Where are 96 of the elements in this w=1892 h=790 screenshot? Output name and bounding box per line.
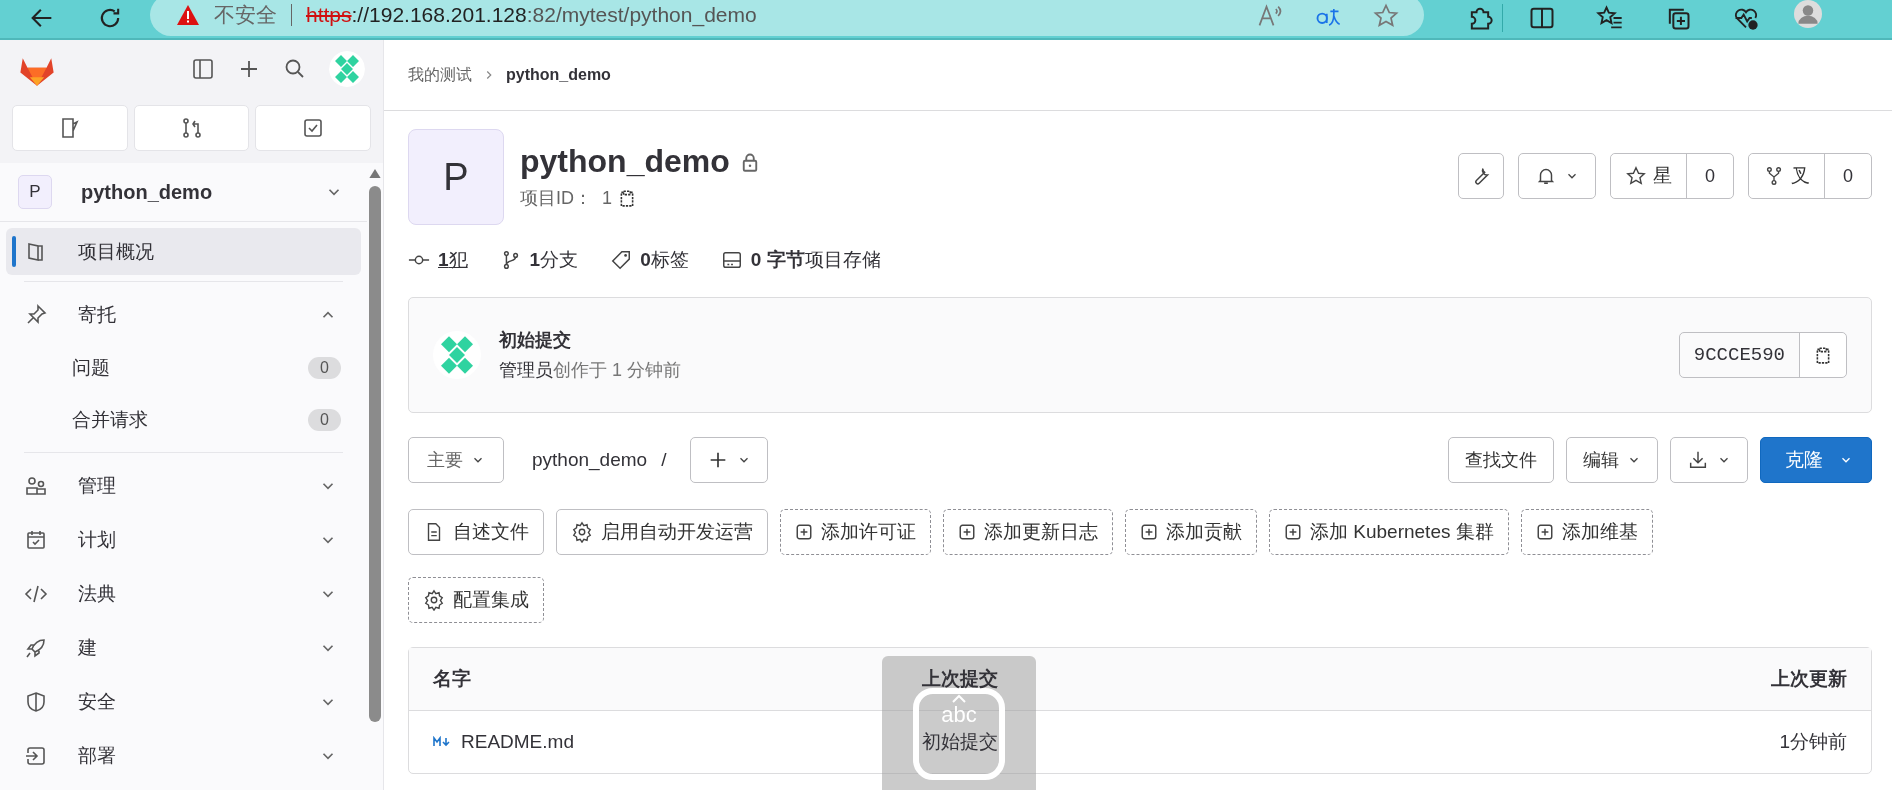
issues-button[interactable] xyxy=(12,105,128,151)
people-icon xyxy=(24,474,48,498)
security-label: 不安全 xyxy=(214,2,277,28)
stat-link[interactable]: 0 字节项目存储 xyxy=(750,247,881,273)
nav-label: 寄托 xyxy=(78,303,117,327)
project-id-label: 项目ID： xyxy=(520,187,592,210)
tag-icon xyxy=(610,249,633,271)
plus-square-icon xyxy=(1140,523,1158,541)
todo-button[interactable] xyxy=(255,105,371,151)
nav-item[interactable]: 法典 xyxy=(6,567,361,621)
nav-item[interactable]: 管理 xyxy=(6,459,361,513)
project-id: 1 xyxy=(602,187,612,209)
path-separator: / xyxy=(661,449,667,471)
plus-square-icon xyxy=(1535,523,1554,541)
fork-count[interactable]: 0 xyxy=(1825,154,1871,198)
project-avatar: P xyxy=(408,129,504,225)
warning-icon xyxy=(176,3,200,27)
plus-square-icon xyxy=(795,523,813,541)
commit-author[interactable]: 管理员 xyxy=(499,360,553,380)
gear-icon xyxy=(423,589,445,611)
commit-time: 创作于 1 分钟前 xyxy=(553,360,681,380)
nav-subitem[interactable]: 合并请求 0 xyxy=(0,394,367,446)
download-icon xyxy=(1687,449,1709,471)
nav-item[interactable]: 计划 xyxy=(6,513,361,567)
fork-button[interactable]: 叉 xyxy=(1749,154,1825,198)
nav-item[interactable]: 安全 xyxy=(6,675,361,729)
plus-square-icon xyxy=(958,523,976,541)
plus-square-icon xyxy=(1284,523,1302,541)
scroll-up-icon[interactable] xyxy=(369,169,381,178)
nav-label: 安全 xyxy=(78,690,117,714)
url-text: https://192.168.201.128:82/mytest/python_demo xyxy=(306,3,757,27)
nav-item[interactable]: 建 xyxy=(6,621,361,675)
project-avatar: P xyxy=(18,175,52,209)
input-mode-label: abc xyxy=(941,704,977,726)
commits-link[interactable]: 1犯 xyxy=(438,247,468,273)
stat-link[interactable]: 1分支 xyxy=(529,247,579,273)
merge-requests-button[interactable] xyxy=(133,105,250,151)
project-title: python_demo xyxy=(520,143,730,180)
star-button[interactable]: 星 xyxy=(1611,154,1687,198)
nav-label: 建 xyxy=(78,636,98,660)
find-file-button[interactable]: 查找文件 xyxy=(1448,437,1554,483)
copy-icon[interactable] xyxy=(618,188,636,208)
count-badge: 0 xyxy=(308,409,341,431)
copy-icon xyxy=(1814,345,1832,365)
nav-label: 法典 xyxy=(78,582,117,606)
clone-dropdown[interactable]: 克隆 xyxy=(1760,437,1872,483)
scrollbar-thumb[interactable] xyxy=(369,186,381,722)
column-header: 上次更新 xyxy=(1770,667,1847,691)
breadcrumb-link[interactable]: 我的测试 xyxy=(408,64,472,86)
nav-item[interactable]: 寄托 xyxy=(6,288,361,342)
edit-dropdown[interactable]: 编辑 xyxy=(1566,437,1658,483)
shortcut-button[interactable]: 添加 Kubernetes 集群 xyxy=(1269,509,1509,555)
shortcut-button[interactable]: 添加更新日志 xyxy=(943,509,1113,555)
star-count[interactable]: 0 xyxy=(1687,154,1733,198)
nav-label: 部署 xyxy=(78,744,117,768)
shortcut-button[interactable]: 添加贡献 xyxy=(1125,509,1257,555)
stat-link[interactable]: 0标签 xyxy=(640,247,689,273)
column-header: 名字 xyxy=(433,667,472,691)
shortcut-button[interactable]: 启用自动开发运营 xyxy=(556,509,768,555)
nav-subitem[interactable]: 问题 0 xyxy=(0,342,367,394)
repo-path[interactable]: python_demo xyxy=(532,449,648,471)
shield-icon xyxy=(24,690,48,714)
breadcrumb-current[interactable]: python_demo xyxy=(506,66,611,84)
commit-title[interactable]: 初始提交 xyxy=(499,328,681,352)
shortcut-button[interactable]: 添加维基 xyxy=(1520,509,1653,555)
column-header: 上次提交 xyxy=(922,667,999,691)
settings-button[interactable] xyxy=(1458,153,1504,199)
deploy-icon xyxy=(24,744,48,768)
shortcut-button[interactable]: 添加许可证 xyxy=(780,509,931,555)
commit-link[interactable]: 初始提交 xyxy=(922,731,998,752)
star-icon xyxy=(1625,165,1647,187)
nav-label: 计划 xyxy=(78,528,117,552)
gear-icon xyxy=(571,521,593,543)
sidebar-toggle-icon[interactable] xyxy=(191,57,215,81)
file-link[interactable]: README.md xyxy=(461,731,574,753)
nav-label: 管理 xyxy=(78,474,117,498)
address-bar[interactable]: 不安全 https://192.168.201.128:82/mytest/python_demo xyxy=(150,0,1424,36)
shortcut-button[interactable]: 配置集成 xyxy=(408,577,544,623)
updated-time: 1分钟前 xyxy=(1779,731,1847,752)
profile-icon[interactable] xyxy=(1792,0,1824,28)
nav-item[interactable]: 项目概况 xyxy=(6,228,361,275)
nav-item[interactable]: 部署 xyxy=(6,729,361,783)
copy-button[interactable] xyxy=(1800,333,1846,377)
project-name: python_demo xyxy=(81,180,214,204)
nav-label: 项目概况 xyxy=(78,239,155,264)
star-icon[interactable] xyxy=(1372,2,1400,30)
count-badge: 0 xyxy=(308,357,341,379)
calendar-icon xyxy=(24,528,48,552)
shortcut-button[interactable]: 自述文件 xyxy=(408,509,544,555)
branch-dropdown[interactable]: 主要 xyxy=(408,437,504,483)
notification-button[interactable] xyxy=(1518,153,1596,199)
download-dropdown[interactable] xyxy=(1670,437,1748,483)
storage-icon xyxy=(720,249,743,271)
project-switcher[interactable]: P python_demo xyxy=(0,163,367,222)
rocket-icon xyxy=(24,636,48,660)
markdown-icon xyxy=(433,736,453,748)
